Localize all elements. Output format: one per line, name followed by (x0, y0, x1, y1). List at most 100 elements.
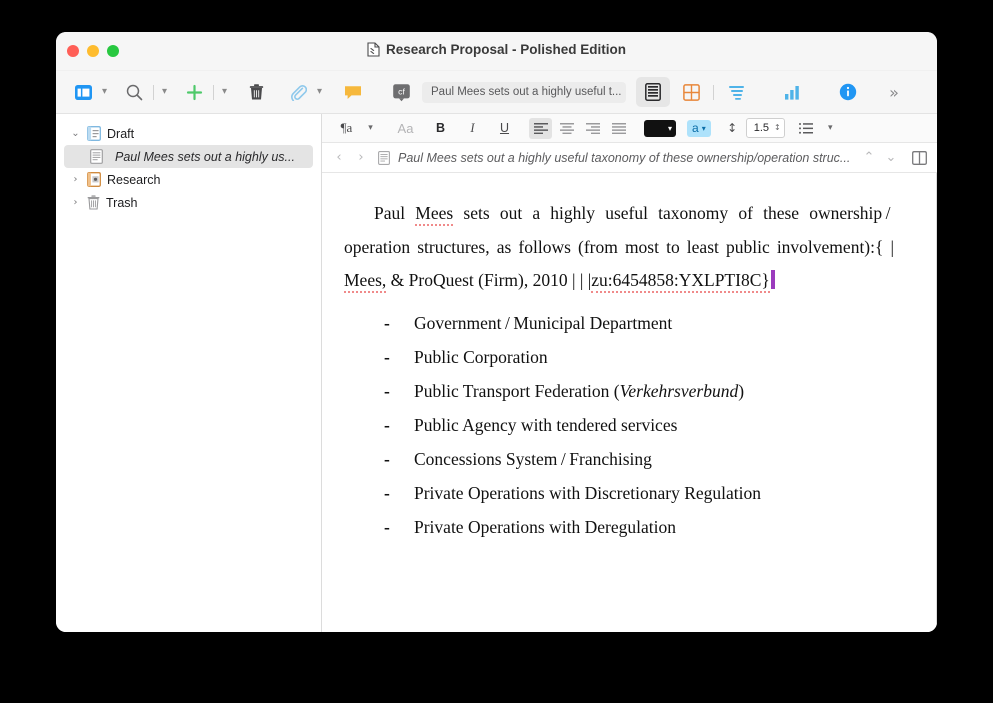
text-cursor (770, 270, 775, 289)
format-bar: ¶a ▾ Aa B I U ▾ a ▾ ↕ 1.5 ↕ ▾ (322, 114, 937, 143)
para-seg-0: Paul (374, 203, 416, 223)
view-layout-icon[interactable] (68, 77, 98, 107)
list-item-label: Concessions System / Franchising (414, 448, 652, 469)
svg-text:cf: cf (398, 86, 405, 96)
trash-icon (87, 195, 100, 210)
citation-icon[interactable]: cf (386, 77, 416, 107)
list-item-italic-term: Verkehrsverbund (619, 380, 739, 401)
next-document-chevron-down-icon[interactable]: ⌄ (884, 150, 898, 165)
add-chevron-down-icon[interactable]: ▾ (218, 77, 231, 107)
sidebar-item-document[interactable]: Paul Mees sets out a highly us... (64, 145, 313, 168)
sidebar-item-label: Research (107, 172, 161, 187)
document-paragraph: Paul Mees sets out a highly useful taxon… (344, 197, 894, 298)
editor-text-area[interactable]: Paul Mees sets out a highly useful taxon… (322, 173, 937, 632)
para-seg-5-misspelled: zu:6454858:YXLPTI8C} (591, 270, 770, 293)
list-item-label: Public Transport Federation ( (414, 380, 620, 401)
list-item-label: Private Operations with Discretionary Re… (414, 482, 762, 503)
document-search-value: Paul Mees sets out a highly useful t... (431, 86, 622, 98)
chevron-down-icon: ▾ (701, 123, 706, 133)
statistics-icon[interactable] (777, 77, 807, 107)
list-item: Public Transport Federation (Verkehrsver… (344, 374, 894, 408)
font-panel-icon[interactable]: Aa (395, 118, 416, 139)
text-document-icon (378, 150, 390, 165)
comment-icon[interactable] (338, 77, 368, 107)
align-center-button[interactable] (555, 118, 578, 139)
chevron-right-icon[interactable]: › (70, 174, 81, 185)
binder-sidebar: ⌄ Draft Paul Mees sets out a highly us..… (56, 114, 322, 632)
align-right-button[interactable] (581, 118, 604, 139)
list-item: Concessions System / Franchising (344, 442, 894, 476)
trash-icon[interactable] (241, 77, 271, 107)
attach-paperclip-icon[interactable] (283, 77, 313, 107)
sidebar-item-research[interactable]: › Research (56, 168, 321, 191)
document-search-input[interactable]: Paul Mees sets out a highly useful t... (422, 81, 626, 103)
list-item: Private Operations with Discretionary Re… (344, 476, 894, 510)
editor-pane: ¶a ▾ Aa B I U ▾ a ▾ ↕ 1.5 ↕ ▾ ‹ › Paul M… (322, 114, 937, 632)
forward-button[interactable]: › (354, 150, 368, 165)
chevron-right-icon[interactable]: › (70, 197, 81, 208)
draft-document-icon (87, 126, 101, 141)
previous-document-chevron-up-icon[interactable]: ⌃ (862, 150, 876, 165)
stepper-arrows-icon[interactable]: ↕ (774, 124, 781, 132)
divider (213, 84, 214, 100)
scrivener-window: Research Proposal - Polished Edition ▾ ▾ (56, 32, 937, 632)
paragraph-style-chevron-down-icon[interactable]: ▾ (360, 118, 381, 139)
align-justify-button[interactable] (607, 118, 630, 139)
breadcrumb: ‹ › Paul Mees sets out a highly useful t… (322, 143, 937, 173)
underline-button[interactable]: U (494, 118, 515, 139)
line-spacing-value: 1.5 (753, 122, 769, 134)
split-view-icon[interactable] (912, 150, 927, 165)
list-item: Public Agency with tendered services (344, 408, 894, 442)
line-spacing-icon: ↕ (727, 121, 738, 135)
corkboard-icon[interactable] (676, 77, 706, 107)
inspector-info-icon[interactable] (833, 77, 863, 107)
search-chevron-down-icon[interactable]: ▾ (158, 77, 171, 107)
italic-button[interactable]: I (462, 118, 483, 139)
binder-list: ⌄ Draft Paul Mees sets out a highly us..… (56, 114, 321, 214)
list-chevron-down-icon[interactable]: ▾ (820, 118, 841, 139)
research-folder-icon (87, 172, 101, 187)
search-icon[interactable] (119, 77, 149, 107)
chevron-down-icon[interactable]: ⌄ (70, 128, 81, 139)
text-document-icon (90, 149, 103, 164)
list-item: Private Operations with Deregulation (344, 510, 894, 544)
add-icon[interactable] (179, 77, 209, 107)
view-layout-chevron-down-icon[interactable]: ▾ (98, 77, 111, 107)
divider (713, 84, 714, 100)
breadcrumb-title: Paul Mees sets out a highly useful taxon… (398, 150, 851, 165)
divider (153, 84, 154, 100)
sidebar-item-label: Draft (107, 126, 135, 141)
highlight-color-button[interactable]: a ▾ (687, 119, 711, 137)
paragraph-style-icon[interactable]: ¶a (336, 118, 357, 139)
page-title: Research Proposal - Polished Edition (385, 42, 627, 57)
attach-chevron-down-icon[interactable]: ▾ (313, 77, 326, 107)
text-color-well[interactable]: ▾ (644, 119, 676, 137)
highlight-letter: a (692, 121, 699, 135)
sidebar-item-label: Paul Mees sets out a highly us... (115, 149, 295, 164)
main-toolbar: ▾ ▾ ▾ ▾ cf Paul Mees sets out a highly u… (56, 71, 937, 114)
line-spacing-stepper[interactable]: 1.5 ↕ (745, 118, 785, 138)
list-item-label: Government / Municipal Department (414, 312, 673, 333)
document-page: Paul Mees sets out a highly useful taxon… (322, 173, 936, 544)
list-item: Government / Municipal Department (344, 306, 894, 340)
overflow-chevrons-icon[interactable]: » (879, 77, 909, 107)
list-item-label: Public Agency with tendered services (414, 414, 678, 435)
outline-icon[interactable] (721, 77, 751, 107)
title-bar: Research Proposal - Polished Edition (56, 32, 937, 71)
window-title-group: Research Proposal - Polished Edition (56, 42, 937, 57)
list-item: Public Corporation (344, 340, 894, 374)
back-button[interactable]: ‹ (332, 150, 346, 165)
align-left-button[interactable] (529, 117, 552, 139)
bold-button[interactable]: B (430, 118, 451, 139)
document-view-icon[interactable] (636, 77, 670, 107)
document-icon (367, 42, 380, 57)
list-style-icon[interactable] (796, 118, 817, 139)
sidebar-item-trash[interactable]: › Trash (56, 191, 321, 214)
sidebar-item-draft[interactable]: ⌄ Draft (56, 122, 321, 145)
sidebar-item-label: Trash (106, 195, 138, 210)
para-seg-3-misspelled: Mees, (344, 270, 387, 293)
list-item-label: Public Corporation (414, 346, 548, 367)
window-body: ⌄ Draft Paul Mees sets out a highly us..… (56, 114, 937, 632)
taxonomy-list: Government / Municipal Department Public… (344, 306, 894, 544)
list-item-label: Private Operations with Deregulation (414, 516, 676, 537)
